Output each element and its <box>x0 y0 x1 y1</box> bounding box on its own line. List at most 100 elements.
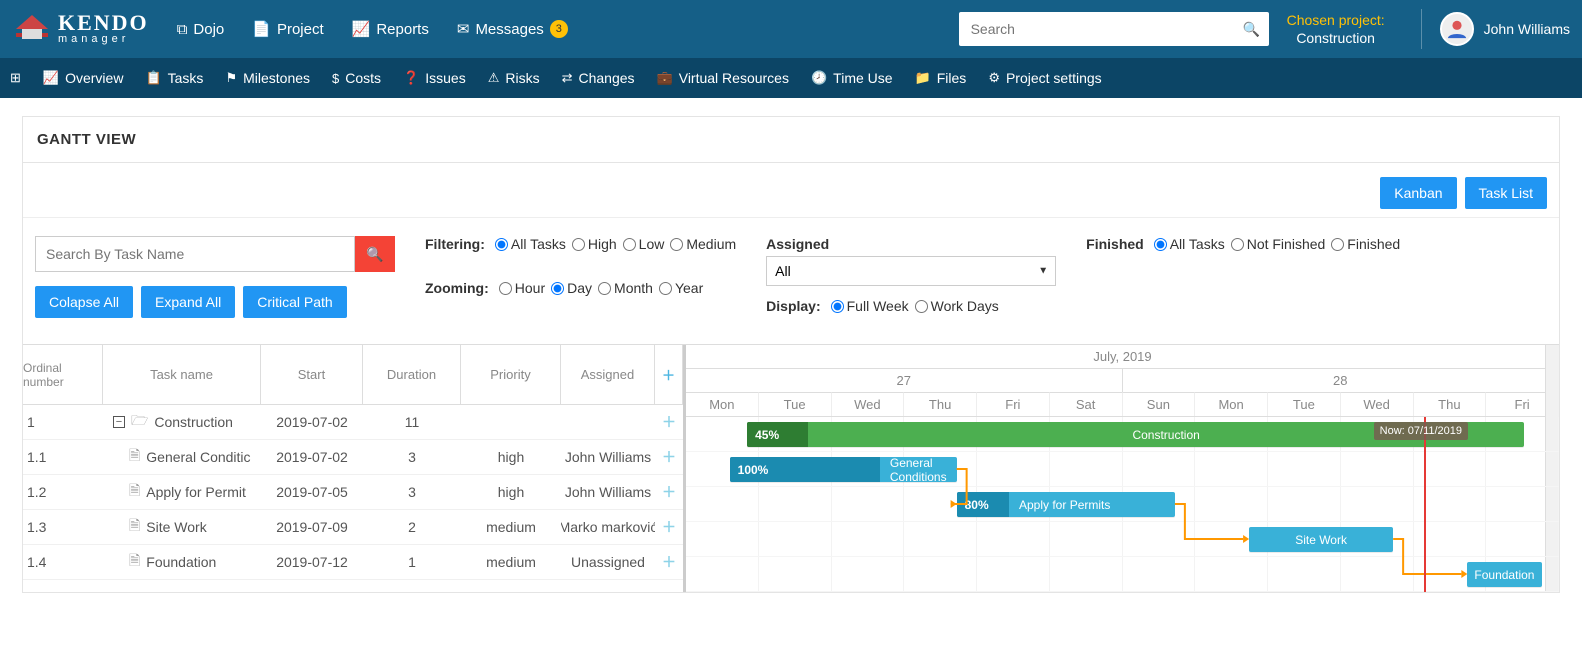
finished-yes[interactable]: Finished <box>1331 236 1400 252</box>
expand-all-button[interactable]: Expand All <box>141 286 235 318</box>
filter-high[interactable]: High <box>572 236 617 252</box>
col-add-header[interactable]: ＋ <box>655 345 683 405</box>
start-cell: 2019-07-09 <box>261 519 363 535</box>
col-task-name: Task name <box>103 345 261 405</box>
global-search-button[interactable]: 🔍 <box>1235 21 1269 38</box>
table-row[interactable]: 1.4🗎 Foundation2019-07-121mediumUnassign… <box>23 545 683 580</box>
subnav-milestones[interactable]: ⚑Milestones <box>225 70 310 86</box>
search-icon: 🔍 <box>1243 21 1260 38</box>
table-row[interactable]: 1.2🗎 Apply for Permit2019-07-053highJohn… <box>23 475 683 510</box>
subnav-files[interactable]: 📁Files <box>915 70 967 86</box>
filter-medium[interactable]: Medium <box>670 236 736 252</box>
table-row[interactable]: 1.1🗎 General Conditic2019-07-023highJohn… <box>23 440 683 475</box>
add-subtask-button[interactable]: ＋ <box>655 447 683 467</box>
add-subtask-button[interactable]: ＋ <box>655 482 683 502</box>
task-name-cell: Apply for Permit <box>146 484 246 500</box>
finished-all[interactable]: All Tasks <box>1154 236 1225 252</box>
user-menu[interactable]: John Williams <box>1440 12 1570 46</box>
add-subtask-button[interactable]: ＋ <box>655 412 683 432</box>
duration-cell: 3 <box>363 484 461 500</box>
nav-messages[interactable]: ✉ Messages 3 <box>457 20 568 38</box>
timeline-day: Fri <box>977 392 1050 416</box>
col-duration: Duration <box>363 345 461 405</box>
subnav-costs[interactable]: $Costs <box>332 70 381 86</box>
chosen-project[interactable]: Chosen project: Construction <box>1287 11 1385 47</box>
add-subtask-button[interactable]: ＋ <box>655 552 683 572</box>
subnav-time-use[interactable]: 🕗Time Use <box>811 70 893 86</box>
display-full-week[interactable]: Full Week <box>831 298 909 314</box>
global-search[interactable]: 🔍 <box>959 12 1269 46</box>
timeline-day: Tue <box>759 392 832 416</box>
zoom-month[interactable]: Month <box>598 280 653 296</box>
subnav-add[interactable]: ⊞ <box>10 70 21 86</box>
progress-label: 100% <box>738 463 769 477</box>
nav-dojo[interactable]: ⧉ Dojo <box>177 21 225 38</box>
filter-low[interactable]: Low <box>623 236 665 252</box>
task-search-input[interactable] <box>35 236 355 272</box>
subnav-risks[interactable]: ⚠Risks <box>488 70 540 86</box>
progress-fill: 45% <box>747 422 808 447</box>
gantt-task-bar[interactable]: 100%General Conditions <box>730 457 957 482</box>
task-search-button[interactable]: 🔍 <box>355 236 395 272</box>
gantt-task-bar[interactable]: 80%Apply for Permits <box>957 492 1175 517</box>
assigned-select[interactable]: All <box>766 256 1056 286</box>
timeline-row <box>686 557 1559 592</box>
swap-icon: ⇄ <box>562 70 573 86</box>
ordinal-cell: 1 <box>23 414 103 430</box>
task-search: 🔍 <box>35 236 395 272</box>
global-search-input[interactable] <box>959 21 1235 37</box>
subnav-overview[interactable]: 📈Overview <box>43 70 124 86</box>
ordinal-cell: 1.3 <box>23 519 103 535</box>
timeline-day: Sat <box>1050 392 1123 416</box>
start-cell: 2019-07-12 <box>261 554 363 570</box>
subnav-issues[interactable]: ❓Issues <box>403 70 466 86</box>
timeline-day: Sun <box>1123 392 1196 416</box>
zoom-day[interactable]: Day <box>551 280 592 296</box>
gantt: Ordinal number Task name Start Duration … <box>23 344 1559 592</box>
collapse-icon[interactable]: − <box>113 416 125 428</box>
user-name: John Williams <box>1484 21 1570 37</box>
finished-not[interactable]: Not Finished <box>1231 236 1326 252</box>
subnav-project-settings[interactable]: ⚙Project settings <box>988 70 1101 86</box>
gantt-task-bar[interactable]: Site Work <box>1249 527 1393 552</box>
kanban-button[interactable]: Kanban <box>1380 177 1456 209</box>
plus-square-icon: ⊞ <box>10 70 21 86</box>
dollar-icon: $ <box>332 71 339 86</box>
assigned-cell: Marko marković <box>561 519 655 535</box>
subnav-tasks[interactable]: 📋Tasks <box>145 70 203 86</box>
timeline-day: Wed <box>832 392 905 416</box>
zoom-hour[interactable]: Hour <box>499 280 545 296</box>
folder-icon: 📁 <box>915 70 931 86</box>
priority-cell: medium <box>461 519 561 535</box>
gantt-timeline[interactable]: July, 2019 2728 MonTueWedThuFriSatSunMon… <box>686 345 1559 592</box>
display-label: Display: <box>766 298 820 314</box>
gantt-task-bar[interactable]: Foundation <box>1467 562 1541 587</box>
table-row[interactable]: 1.3🗎 Site Work2019-07-092mediumMarko mar… <box>23 510 683 545</box>
ordinal-cell: 1.4 <box>23 554 103 570</box>
nav-project[interactable]: 📄 Project <box>252 20 323 38</box>
zoom-year[interactable]: Year <box>659 280 703 296</box>
collapse-all-button[interactable]: Colapse All <box>35 286 133 318</box>
avatar <box>1440 12 1474 46</box>
briefcase-icon: 💼 <box>657 70 673 86</box>
display-work-days[interactable]: Work Days <box>915 298 999 314</box>
timeline-body[interactable]: Now: 07/11/2019 45%Construction100%Gener… <box>686 417 1559 592</box>
logo[interactable]: KENDO manager <box>12 9 149 49</box>
zooming-label: Zooming: <box>425 280 489 296</box>
document-icon: 🗎 <box>129 480 140 504</box>
assigned-cell: John Williams <box>561 484 655 500</box>
task-list-button[interactable]: Task List <box>1465 177 1547 209</box>
subnav-virtual-resources[interactable]: 💼Virtual Resources <box>657 70 789 86</box>
table-row[interactable]: 1− 🗁 Construction2019-07-0211＋ <box>23 405 683 440</box>
critical-path-button[interactable]: Critical Path <box>243 286 346 318</box>
filter-all-tasks[interactable]: All Tasks <box>495 236 566 252</box>
gantt-card: GANTT VIEW Kanban Task List 🔍 Colapse Al… <box>22 116 1560 593</box>
duration-cell: 1 <box>363 554 461 570</box>
nav-reports[interactable]: 📈 Reports <box>352 20 429 38</box>
timeline-row <box>686 522 1559 557</box>
subnav-changes[interactable]: ⇄Changes <box>562 70 635 86</box>
warning-icon: ⚠ <box>488 70 500 86</box>
progress-label: 80% <box>965 498 989 512</box>
add-subtask-button[interactable]: ＋ <box>655 517 683 537</box>
logo-text: KENDO <box>58 10 149 35</box>
